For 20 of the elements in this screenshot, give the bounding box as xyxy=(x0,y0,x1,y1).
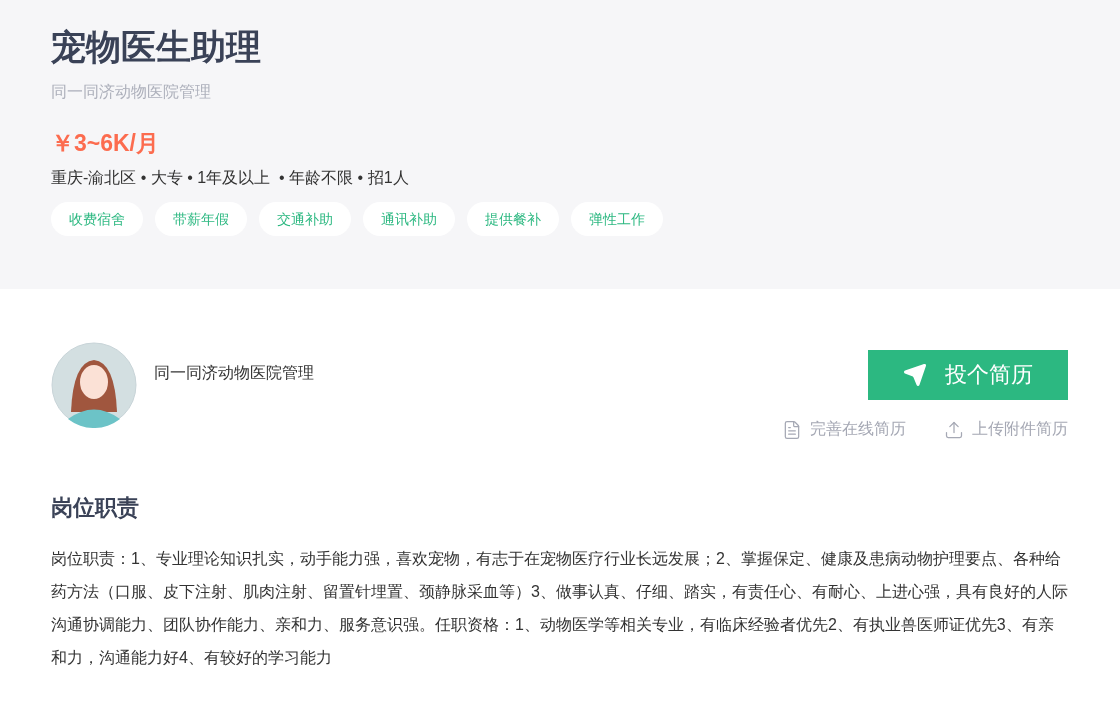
job-title: 宠物医生助理 xyxy=(51,26,262,68)
benefit-tag: 通讯补助 xyxy=(363,202,455,236)
section-heading: 岗位职责 xyxy=(51,494,140,522)
company-name: 同一同济动物医院管理 xyxy=(51,82,212,102)
upload-icon xyxy=(944,419,964,440)
apply-button[interactable]: 投个简历 xyxy=(868,350,1068,400)
benefit-tag: 弹性工作 xyxy=(571,202,663,236)
job-requirements: 重庆-渝北区 • 大专 • 1年及以上 • 年龄不限 • 招1人 xyxy=(51,168,410,188)
benefit-tag: 收费宿舍 xyxy=(51,202,143,236)
benefit-tag: 提供餐补 xyxy=(467,202,559,236)
employer-name: 同一同济动物医院管理 xyxy=(154,363,314,383)
document-icon xyxy=(782,419,802,440)
paper-plane-icon xyxy=(903,363,927,387)
benefit-tag: 带薪年假 xyxy=(155,202,247,236)
salary: ￥3~6K/月 xyxy=(51,129,160,158)
avatar-icon xyxy=(51,342,137,428)
job-description: 岗位职责：1、专业理论知识扎实，动手能力强，喜欢宠物，有志于在宠物医疗行业长远发展；2、掌握保定、健康及患病动物护理要点、各种给药方法（口服、皮下注射、肌肉注射、留置针埋置、颈静脉采血等）3、做事认真、仔细、踏实，有责任心、有耐心、上进心强，具有良好的人际沟通协调能力、团队协作能力、亲和力、服务意识强。任职资格：1、动物医学等相关专业，有临床经验者优先2、有执业兽医师证优先3、有亲和力，沟通能力好4、有较好的学习能力 xyxy=(51,549,1068,668)
benefit-tag: 交通补助 xyxy=(259,202,351,236)
resume-link[interactable]: 完善在线简历 xyxy=(782,419,906,440)
resume-link[interactable]: 上传附件简历 xyxy=(944,419,1068,440)
